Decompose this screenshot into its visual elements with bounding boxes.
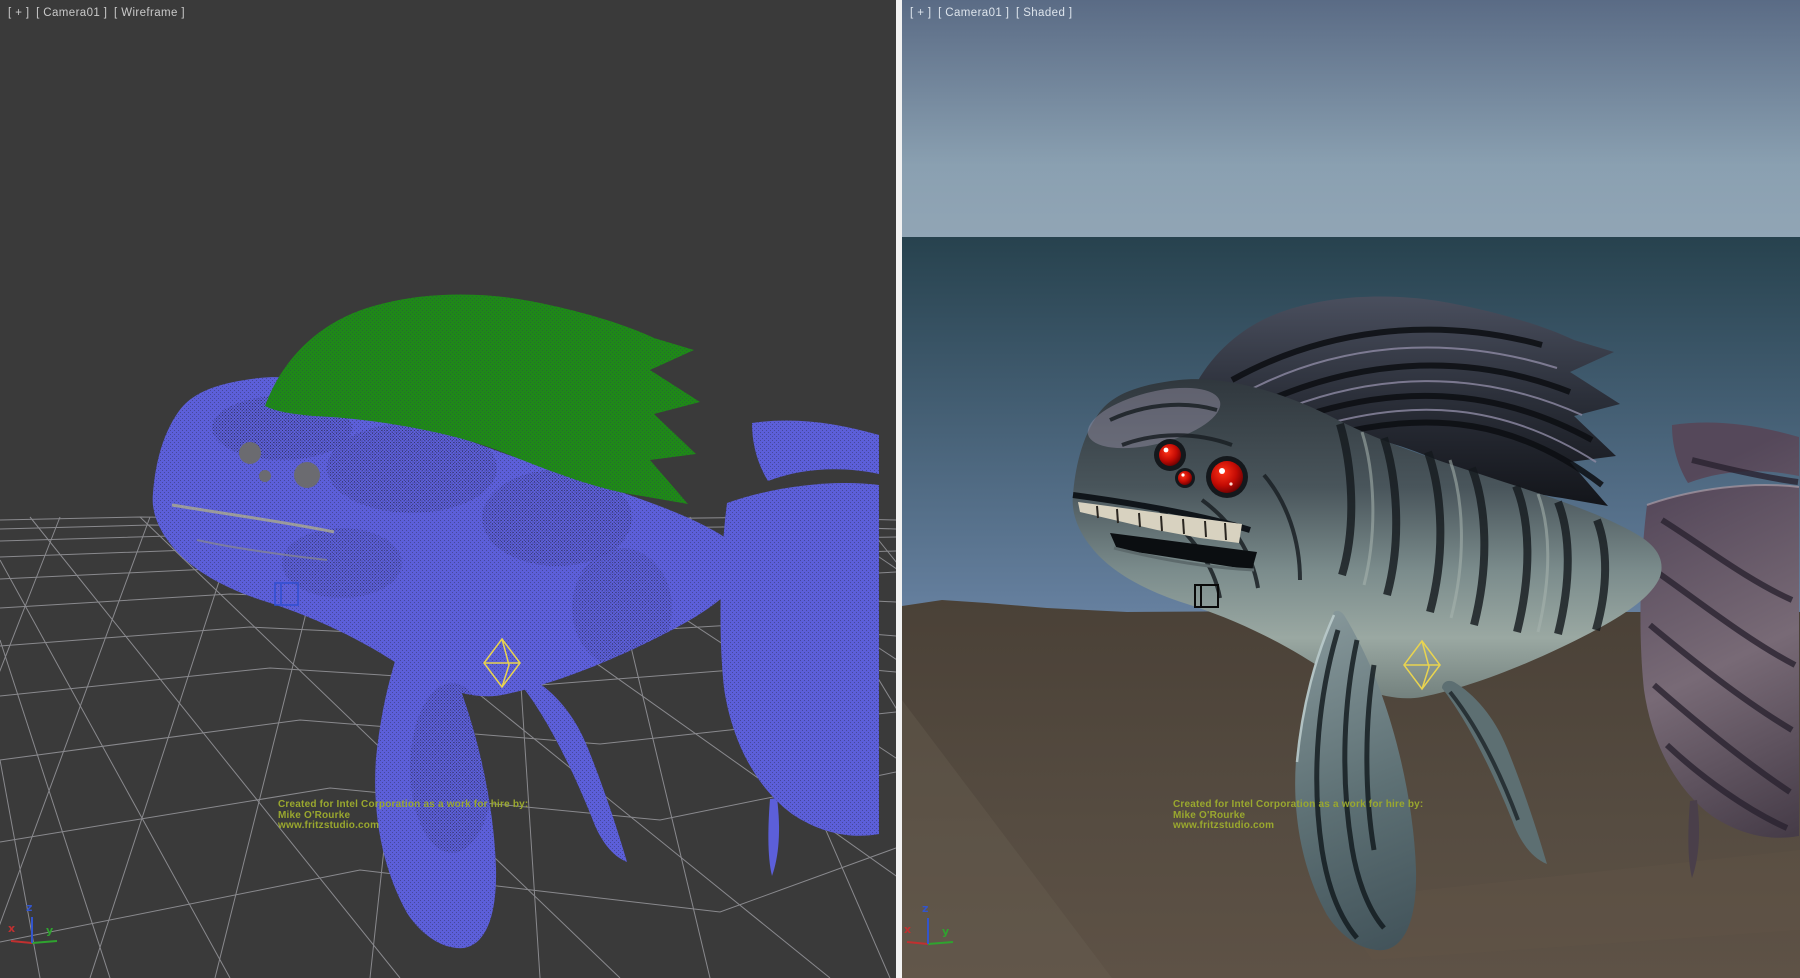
viewport-label: [ + ] [ Camera01 ] [ Wireframe ] <box>8 7 188 19</box>
axis-z-label: z <box>26 901 32 914</box>
credit-line-3: www.fritzstudio.com <box>278 821 528 832</box>
axis-x-label: x <box>8 922 15 935</box>
viewport-menu-shading-mode[interactable]: [ Wireframe ] <box>114 7 185 19</box>
viewport-menu-shading-mode[interactable]: [ Shaded ] <box>1016 7 1072 19</box>
axis-x-label: x <box>904 923 911 936</box>
viewport-label: [ + ] [ Camera01 ] [ Shaded ] <box>910 7 1075 19</box>
axis-y-label: y <box>46 924 53 937</box>
scene-credit-text: Created for Intel Corporation as a work … <box>278 800 528 832</box>
viewport-shaded[interactable]: [ + ] [ Camera01 ] [ Shaded ] Created fo… <box>902 0 1800 978</box>
viewport-menu-camera[interactable]: [ Camera01 ] <box>938 7 1009 19</box>
credit-line-1: Created for Intel Corporation as a work … <box>278 800 528 811</box>
axis-y-label: y <box>942 925 949 938</box>
viewport-menu-plus[interactable]: [ + ] <box>8 7 30 19</box>
credit-line-1: Created for Intel Corporation as a work … <box>1173 800 1423 811</box>
scene-credit-text: Created for Intel Corporation as a work … <box>1173 800 1423 832</box>
max-dual-viewport-window: [ + ] [ Camera01 ] [ Wireframe ] Created… <box>0 0 1800 978</box>
viewport-wireframe[interactable]: [ + ] [ Camera01 ] [ Wireframe ] Created… <box>0 0 896 978</box>
viewport-menu-plus[interactable]: [ + ] <box>910 7 932 19</box>
sky <box>902 0 1800 237</box>
axis-z-label: z <box>922 902 928 915</box>
credit-line-3: www.fritzstudio.com <box>1173 821 1423 832</box>
viewport-menu-camera[interactable]: [ Camera01 ] <box>36 7 107 19</box>
